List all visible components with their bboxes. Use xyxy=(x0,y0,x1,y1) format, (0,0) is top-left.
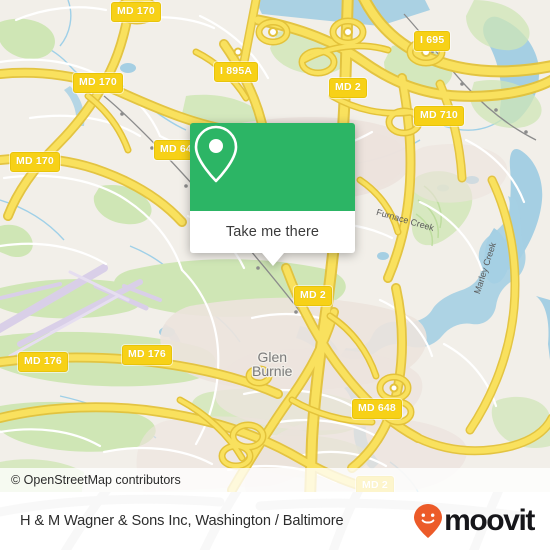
place-label-glen-burnie: Glen Burnie xyxy=(252,349,293,379)
take-me-there-label: Take me there xyxy=(225,224,320,240)
road-shield-md-176-left[interactable]: MD 176 xyxy=(18,352,68,372)
map-pin-icon xyxy=(194,125,238,183)
road-shield-md-176-right[interactable]: MD 176 xyxy=(122,345,172,365)
road-shield-md-170-left[interactable]: MD 170 xyxy=(10,152,60,172)
road-shield-i-695[interactable]: I 695 xyxy=(414,31,451,51)
road-shield-i-895a[interactable]: I 895A xyxy=(214,62,259,82)
road-shield-md-170-mid[interactable]: MD 170 xyxy=(73,73,123,93)
road-shield-md-170-top[interactable]: MD 170 xyxy=(111,2,161,22)
map-canvas[interactable]: Marley Creek Furnace Creek Glen Burnie M… xyxy=(0,0,550,492)
footer-bar: H & M Wagner & Sons Inc, Washington / Ba… xyxy=(0,492,550,550)
place-title: H & M Wagner & Sons Inc, Washington / Ba… xyxy=(20,513,344,529)
place-popup-card[interactable]: Take me there xyxy=(190,123,355,266)
popup-card-action[interactable]: Take me there xyxy=(190,211,355,253)
moovit-brand[interactable]: moovit xyxy=(413,503,550,539)
road-shield-md-2-mid[interactable]: MD 2 xyxy=(294,286,332,306)
map-screenshot: Marley Creek Furnace Creek Glen Burnie M… xyxy=(0,0,550,550)
road-shield-md-710[interactable]: MD 710 xyxy=(414,106,464,126)
moovit-smiley-pin-icon xyxy=(414,504,443,538)
popup-card-tail xyxy=(261,253,284,266)
popup-card-header xyxy=(190,123,355,211)
moovit-wordmark: moovit xyxy=(444,504,535,537)
road-shield-md-648[interactable]: MD 648 xyxy=(352,399,402,419)
road-shield-md-2-top[interactable]: MD 2 xyxy=(329,78,367,98)
osm-attribution-text[interactable]: © OpenStreetMap contributors xyxy=(0,473,181,487)
map-attribution-bar: © OpenStreetMap contributors xyxy=(0,468,550,492)
